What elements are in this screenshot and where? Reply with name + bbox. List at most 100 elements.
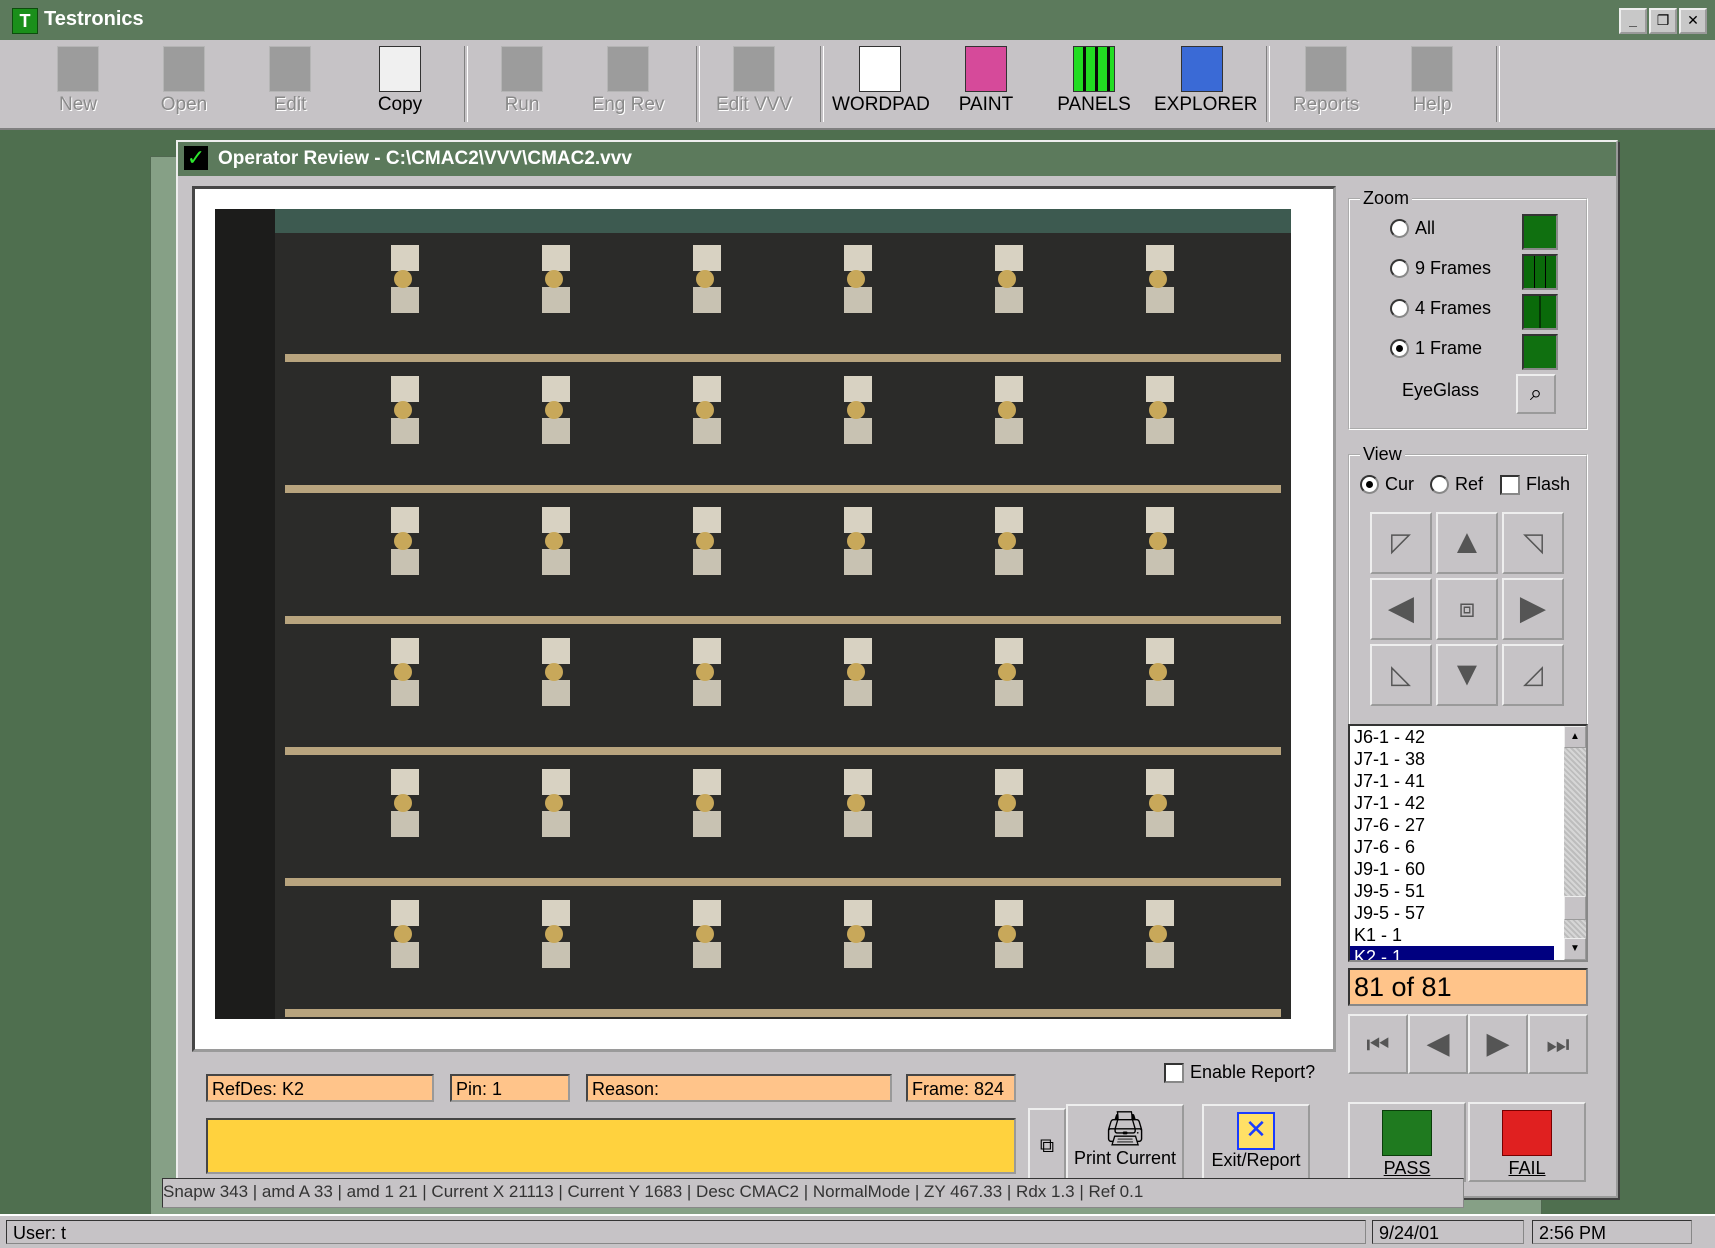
fail-button[interactable]: FAIL — [1468, 1102, 1586, 1182]
restore-button[interactable]: ❐ — [1649, 8, 1677, 34]
defect-list-item[interactable]: J9-5 - 57 — [1350, 902, 1554, 924]
defect-counter: 81 of 81 — [1348, 968, 1588, 1006]
last-record-button[interactable]: ⏭ — [1528, 1014, 1588, 1074]
toolbar-edit-vvv-button[interactable]: Edit VVV — [706, 44, 802, 124]
operator-message-field[interactable] — [206, 1118, 1016, 1174]
zoom-all-radio[interactable] — [1390, 219, 1409, 238]
toolbar-edit-button[interactable]: Edit — [242, 44, 338, 124]
board-pad — [1146, 769, 1174, 795]
board-pad — [995, 769, 1023, 795]
close-button[interactable]: ✕ — [1679, 8, 1707, 34]
dialog-title-bar[interactable]: ✓ Operator Review - C:\CMAC2\VVV\CMAC2.v… — [178, 142, 1616, 176]
toolbar-help-button[interactable]: Help — [1384, 44, 1480, 124]
defect-list-scrollbar[interactable]: ▲ ▼ — [1564, 726, 1586, 960]
zoom-4-radio[interactable] — [1390, 299, 1409, 318]
board-pad — [1146, 900, 1174, 926]
zoom-option-9-frames[interactable]: 9 Frames — [1390, 258, 1491, 279]
reason-field: Reason: — [586, 1074, 892, 1102]
pan-left-button[interactable]: ◀ — [1370, 578, 1432, 640]
print-current-button[interactable]: 🖨 Print Current — [1066, 1104, 1184, 1184]
view-ref-option[interactable]: Ref — [1430, 474, 1483, 495]
pan-up-left-button[interactable]: ◸ — [1370, 512, 1432, 574]
defect-list-item[interactable]: J7-1 - 38 — [1350, 748, 1554, 770]
view-cur-label: Cur — [1385, 474, 1415, 494]
defect-list-item[interactable]: K1 - 1 — [1350, 924, 1554, 946]
toolbar-open-button[interactable]: Open — [136, 44, 232, 124]
board-background — [215, 209, 1291, 1019]
next-record-button[interactable]: ▶ — [1468, 1014, 1528, 1074]
board-inspection-image[interactable] — [215, 209, 1291, 1019]
minimize-button[interactable]: _ — [1619, 8, 1647, 34]
copy-message-button[interactable]: ⧉ — [1028, 1108, 1066, 1184]
defect-list-item[interactable]: J9-5 - 51 — [1350, 880, 1554, 902]
flash-checkbox[interactable] — [1500, 474, 1520, 495]
scroll-up-button[interactable]: ▲ — [1564, 726, 1586, 748]
defect-list-item[interactable]: J9-1 - 60 — [1350, 858, 1554, 880]
board-pad — [391, 769, 419, 795]
toolbar-wordpad-button[interactable]: WORDPAD — [832, 44, 930, 124]
checkmark-icon: ✓ — [184, 146, 208, 170]
toolbar-explorer-button[interactable]: EXPLORER — [1154, 44, 1257, 124]
fail-label: FAIL — [1508, 1158, 1546, 1178]
pencil-icon — [269, 46, 311, 92]
enable-report-checkbox[interactable] — [1164, 1062, 1184, 1083]
board-solder-joint — [394, 532, 412, 550]
pan-right-button[interactable]: ▶ — [1502, 578, 1564, 640]
pan-down-left-button[interactable]: ◺ — [1370, 644, 1432, 706]
pan-left-arrow-icon: ◀ — [1387, 589, 1415, 627]
toolbar-eng-rev-button[interactable]: Eng Rev — [580, 44, 676, 124]
board-pad — [995, 811, 1023, 837]
defect-list-item[interactable]: J6-1 - 42 — [1350, 726, 1554, 748]
board-pad — [844, 287, 872, 313]
exit-report-button[interactable]: ✕ Exit/Report — [1202, 1104, 1310, 1184]
enable-report-option[interactable]: Enable Report? — [1164, 1062, 1315, 1083]
toolbar-separator — [464, 46, 468, 122]
board-pad — [844, 900, 872, 926]
pan-center-button[interactable]: ⧈ — [1436, 578, 1498, 640]
scroll-down-button[interactable]: ▼ — [1564, 938, 1586, 960]
zoom-9-radio[interactable] — [1390, 259, 1409, 278]
pan-up-button[interactable]: ▲ — [1436, 512, 1498, 574]
zoom-option-4-frames[interactable]: 4 Frames — [1390, 298, 1491, 319]
app-title-bar[interactable]: T Testronics _ ❐ ✕ — [0, 0, 1715, 41]
defect-list-item[interactable]: J7-6 - 27 — [1350, 814, 1554, 836]
board-solder-joint — [696, 794, 714, 812]
view-cur-radio[interactable] — [1360, 475, 1379, 494]
view-cur-option[interactable]: Cur — [1360, 474, 1414, 495]
open-folder-icon — [163, 46, 205, 92]
pan-down-right-arrow-icon: ◿ — [1523, 659, 1543, 689]
pan-center-arrow-icon: ⧈ — [1458, 593, 1476, 623]
toolbar-button-label: Reports — [1292, 94, 1360, 115]
zoom-option-all[interactable]: All — [1390, 218, 1435, 239]
board-pad — [391, 287, 419, 313]
zoom-option-1-frame[interactable]: 1 Frame — [1390, 338, 1482, 359]
view-ref-radio[interactable] — [1430, 475, 1449, 494]
prev-record-button[interactable]: ◀ — [1408, 1014, 1468, 1074]
eyeglass-button[interactable]: ⌕ — [1516, 374, 1556, 414]
toolbar-panels-button[interactable]: PANELS — [1046, 44, 1142, 124]
zoom-1-radio[interactable] — [1390, 339, 1409, 358]
pan-down-right-button[interactable]: ◿ — [1502, 644, 1564, 706]
toolbar-paint-button[interactable]: PAINT — [938, 44, 1034, 124]
defect-listbox[interactable]: J6-1 - 42 J7-1 - 38 J7-1 - 41 J7-1 - 42 J7-6… — [1348, 724, 1588, 962]
toolbar-run-button[interactable]: Run — [474, 44, 570, 124]
board-solder-joint — [1149, 270, 1167, 288]
pan-up-right-button[interactable]: ◹ — [1502, 512, 1564, 574]
pan-down-button[interactable]: ▼ — [1436, 644, 1498, 706]
toolbar-copy-button[interactable]: Copy — [352, 44, 448, 124]
zoom-4-label: 4 Frames — [1415, 298, 1492, 318]
testronics-app-icon[interactable]: T — [12, 8, 38, 34]
view-legend: View — [1360, 444, 1405, 465]
defect-list-item[interactable]: J7-1 - 41 — [1350, 770, 1554, 792]
defect-list-item[interactable]: J7-1 - 42 — [1350, 792, 1554, 814]
toolbar-reports-button[interactable]: Reports — [1278, 44, 1374, 124]
pass-button[interactable]: PASS — [1348, 1102, 1466, 1182]
toolbar-new-button[interactable]: New — [30, 44, 126, 124]
board-pad — [693, 507, 721, 533]
defect-list-item[interactable]: K2 - 1 — [1350, 946, 1554, 960]
defect-list-item[interactable]: J7-6 - 6 — [1350, 836, 1554, 858]
scroll-thumb[interactable] — [1564, 896, 1586, 920]
view-flash-option[interactable]: Flash — [1500, 474, 1570, 495]
first-record-button[interactable]: ⏮ — [1348, 1014, 1408, 1074]
pan-down-left-arrow-icon: ◺ — [1391, 659, 1411, 689]
